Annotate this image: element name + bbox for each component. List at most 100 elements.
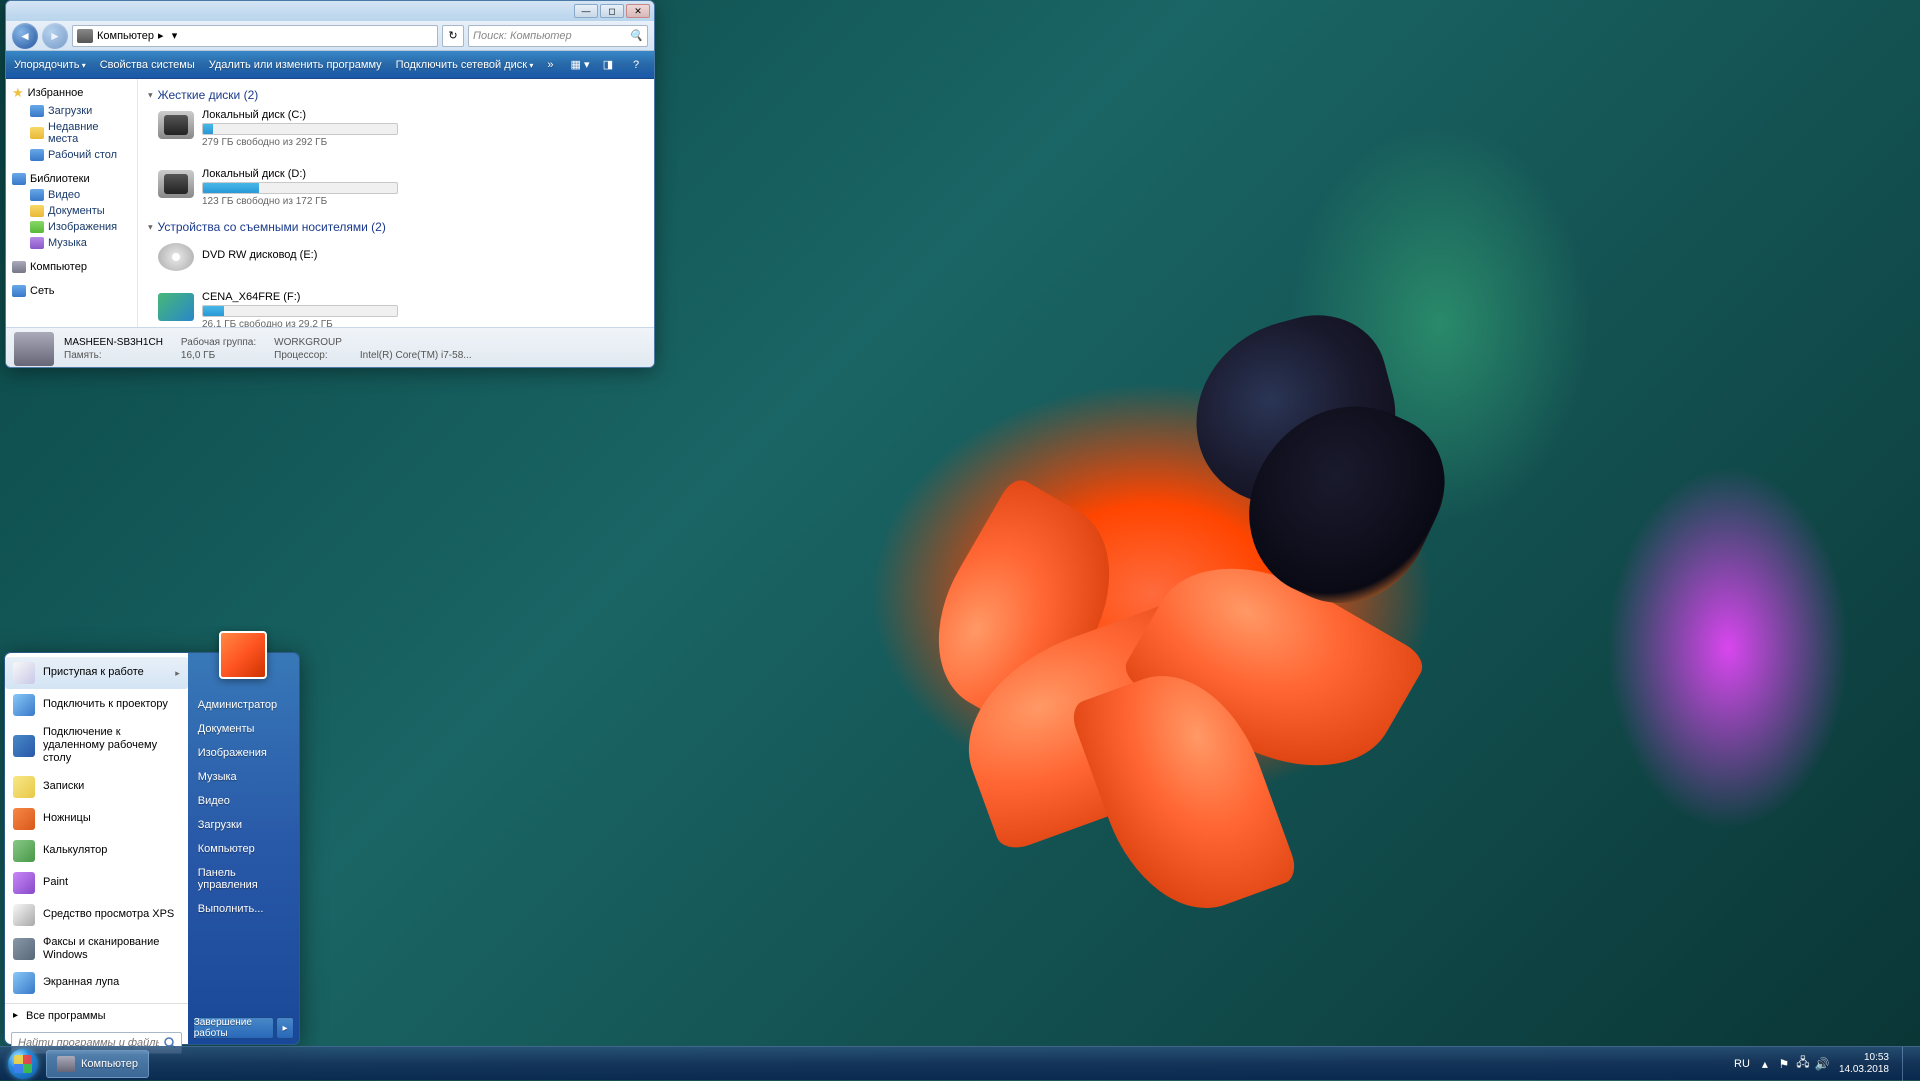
sidebar-downloads[interactable]: Загрузки [6, 103, 137, 119]
shutdown-options-button[interactable]: ▸ [276, 1017, 294, 1039]
preview-pane-icon[interactable]: ◨ [598, 56, 618, 74]
breadcrumb-sep[interactable]: ▸ [158, 29, 164, 42]
sidebar-music[interactable]: Музыка [6, 235, 137, 251]
content-pane: Жесткие диски (2) Локальный диск (C:) 27… [138, 79, 654, 327]
hdd-icon [158, 111, 194, 139]
libraries-header[interactable]: Библиотеки [6, 171, 137, 187]
sm-magnifier[interactable]: Экранная лупа [5, 967, 188, 999]
command-bar: Упорядочить Свойства системы Удалить или… [6, 51, 654, 79]
computer-icon [12, 261, 26, 273]
titlebar[interactable]: — ◻ ✕ [6, 1, 654, 21]
sm-projector[interactable]: Подключить к проектору [5, 689, 188, 721]
taskbar-item-explorer[interactable]: Компьютер [46, 1050, 149, 1078]
drive-c[interactable]: Локальный диск (C:) 279 ГБ свободно из 2… [158, 109, 398, 148]
uninstall-button[interactable]: Удалить или изменить программу [209, 59, 382, 71]
dvd-icon [158, 243, 194, 271]
drive-free-text: 26,1 ГБ свободно из 29,2 ГБ [202, 319, 398, 327]
category-hdd[interactable]: Жесткие диски (2) [148, 85, 644, 105]
sm-videos[interactable]: Видео [188, 789, 299, 813]
sidebar-pictures[interactable]: Изображения [6, 219, 137, 235]
windows-orb-icon [8, 1049, 38, 1079]
category-removable[interactable]: Устройства со съемными носителями (2) [148, 217, 644, 237]
action-center-icon[interactable]: ⚑ [1776, 1056, 1792, 1072]
view-icon[interactable]: ▦ ▾ [570, 56, 590, 74]
sm-control-panel[interactable]: Панель управления [188, 861, 299, 897]
address-text: Компьютер [97, 30, 154, 42]
downloads-icon [30, 105, 44, 117]
projector-icon [13, 694, 35, 716]
search-input[interactable]: Поиск: Компьютер 🔍 [468, 25, 648, 47]
toolbar-overflow[interactable]: » [547, 59, 553, 71]
forward-button[interactable]: ► [42, 23, 68, 49]
clock-date: 14.03.2018 [1839, 1064, 1889, 1076]
network-icon[interactable]: 🖧 [1795, 1056, 1811, 1072]
sm-paint[interactable]: Paint [5, 867, 188, 899]
hdd-icon [158, 170, 194, 198]
address-dropdown[interactable]: ▾ [167, 29, 181, 42]
sm-pictures[interactable]: Изображения [188, 741, 299, 765]
sm-documents[interactable]: Документы [188, 717, 299, 741]
all-programs-button[interactable]: Все программы [5, 1003, 188, 1028]
sm-snipping-tool[interactable]: Ножницы [5, 803, 188, 835]
tray-overflow-icon[interactable]: ▴ [1757, 1056, 1773, 1072]
sidebar-desktop[interactable]: Рабочий стол [6, 147, 137, 163]
refresh-button[interactable]: ↻ [442, 25, 464, 47]
sidebar-computer[interactable]: Компьютер [6, 259, 137, 275]
sm-getting-started[interactable]: Приступая к работе▸ [5, 657, 188, 689]
help-icon[interactable]: ? [626, 56, 646, 74]
back-button[interactable]: ◄ [12, 23, 38, 49]
sm-calculator[interactable]: Калькулятор [5, 835, 188, 867]
sidebar-documents[interactable]: Документы [6, 203, 137, 219]
paint-icon [13, 872, 35, 894]
sidebar-recent[interactable]: Недавние места [6, 119, 137, 147]
sm-computer[interactable]: Компьютер [188, 837, 299, 861]
show-desktop-button[interactable] [1902, 1047, 1912, 1081]
drive-d[interactable]: Локальный диск (D:) 123 ГБ свободно из 1… [158, 168, 398, 207]
drive-e[interactable]: DVD RW дисковод (E:) [158, 241, 398, 271]
sm-fax-scan[interactable]: Факсы и сканирование Windows [5, 931, 188, 967]
drive-label: Локальный диск (D:) [202, 168, 398, 180]
address-bar[interactable]: Компьютер ▸ ▾ [72, 25, 438, 47]
favorites-header[interactable]: ★Избранное [6, 83, 137, 103]
sm-music[interactable]: Музыка [188, 765, 299, 789]
wallpaper-butterfly [1114, 302, 1464, 602]
close-button[interactable]: ✕ [626, 4, 650, 18]
taskbar-item-label: Компьютер [81, 1058, 138, 1070]
sidebar-network[interactable]: Сеть [6, 283, 137, 299]
workgroup-label: Рабочая группа: [181, 337, 256, 348]
sm-user[interactable]: Администратор [188, 693, 299, 717]
organize-menu[interactable]: Упорядочить [14, 59, 86, 71]
search-placeholder: Поиск: Компьютер [473, 30, 572, 42]
clock[interactable]: 10:53 14.03.2018 [1833, 1052, 1895, 1076]
system-properties-button[interactable]: Свойства системы [100, 59, 195, 71]
drive-label: Локальный диск (C:) [202, 109, 398, 121]
shutdown-button[interactable]: Завершение работы [193, 1017, 274, 1039]
drive-label: DVD RW дисковод (E:) [202, 249, 398, 261]
user-avatar[interactable] [219, 631, 267, 679]
capacity-bar [202, 305, 398, 317]
sm-sticky-notes[interactable]: Записки [5, 771, 188, 803]
calculator-icon [13, 840, 35, 862]
memory-value: 16,0 ГБ [181, 350, 256, 361]
sidebar-videos[interactable]: Видео [6, 187, 137, 203]
language-indicator[interactable]: RU [1730, 1058, 1754, 1070]
computer-icon [77, 29, 93, 43]
sm-xps-viewer[interactable]: Средство просмотра XPS [5, 899, 188, 931]
sm-run[interactable]: Выполнить... [188, 897, 299, 921]
explorer-window: — ◻ ✕ ◄ ► Компьютер ▸ ▾ ↻ Поиск: Компьют… [5, 0, 655, 368]
maximize-button[interactable]: ◻ [600, 4, 624, 18]
sm-remote-desktop[interactable]: Подключение к удаленному рабочему столу [5, 721, 188, 771]
libraries-icon [12, 173, 26, 185]
volume-icon[interactable]: 🔊 [1814, 1056, 1830, 1072]
computer-name: MASHEEN-SB3H1CH [64, 337, 163, 348]
minimize-button[interactable]: — [574, 4, 598, 18]
search-icon[interactable]: 🔍 [629, 29, 643, 42]
explorer-icon [57, 1056, 75, 1072]
sm-downloads[interactable]: Загрузки [188, 813, 299, 837]
snipping-tool-icon [13, 808, 35, 830]
capacity-bar [202, 123, 398, 135]
map-drive-button[interactable]: Подключить сетевой диск [396, 59, 534, 71]
start-button[interactable] [4, 1049, 42, 1079]
remote-desktop-icon [13, 735, 35, 757]
drive-f[interactable]: CENA_X64FRE (F:) 26,1 ГБ свободно из 29,… [158, 291, 398, 327]
